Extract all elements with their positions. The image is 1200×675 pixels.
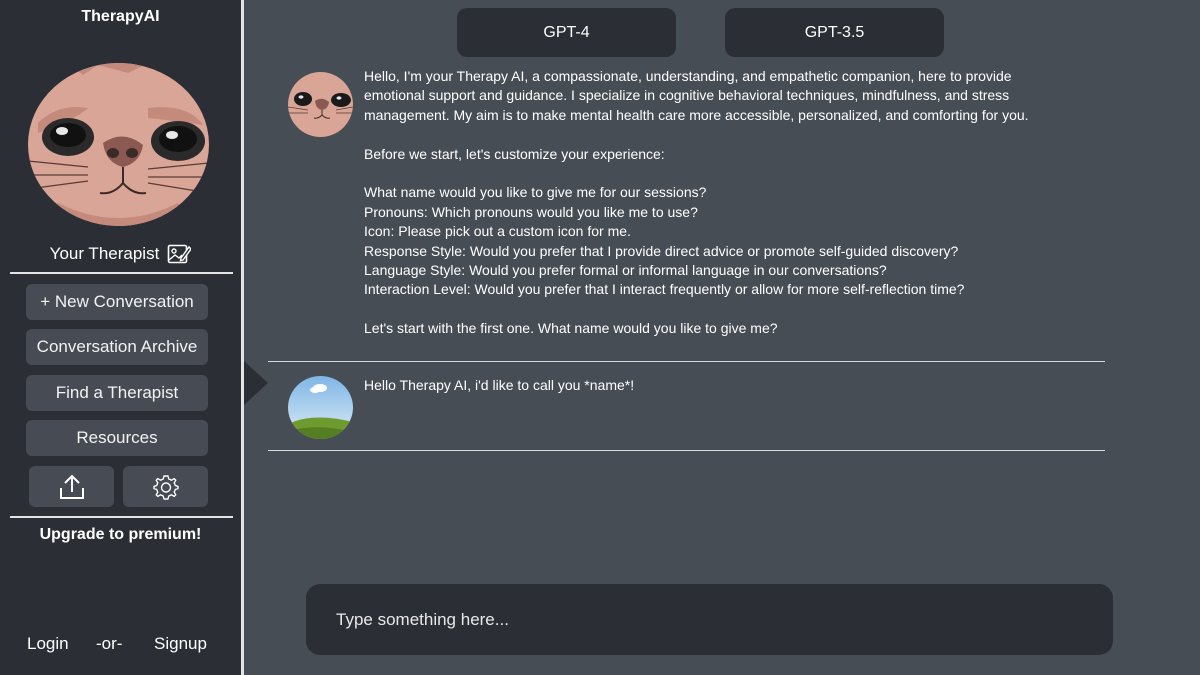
gear-icon bbox=[152, 474, 179, 500]
edit-image-icon[interactable] bbox=[167, 242, 192, 266]
model-tab-gpt4[interactable]: GPT-4 bbox=[457, 8, 676, 57]
find-therapist-button[interactable]: Find a Therapist bbox=[26, 375, 208, 411]
signup-link[interactable]: Signup bbox=[154, 634, 207, 654]
settings-button[interactable] bbox=[123, 466, 208, 507]
cat-avatar-icon bbox=[288, 72, 353, 137]
message-divider bbox=[268, 361, 1105, 362]
active-pointer-arrow bbox=[244, 361, 268, 405]
landscape-avatar-icon bbox=[288, 376, 353, 439]
auth-separator: -or- bbox=[96, 634, 123, 653]
model-tab-gpt35[interactable]: GPT-3.5 bbox=[725, 8, 944, 57]
login-link[interactable]: Login bbox=[27, 634, 69, 654]
app-title: TherapyAI bbox=[81, 8, 160, 25]
upgrade-link[interactable]: Upgrade to premium! bbox=[0, 526, 241, 544]
chat-input[interactable] bbox=[306, 584, 1113, 655]
new-conversation-button[interactable]: + New Conversation bbox=[26, 284, 208, 320]
assistant-message-text: Hello, I'm your Therapy AI, a compassion… bbox=[364, 68, 1029, 337]
sidebar-divider-bottom bbox=[10, 516, 233, 518]
therapist-avatar[interactable] bbox=[28, 63, 209, 226]
message-divider bbox=[268, 450, 1105, 451]
upload-icon bbox=[59, 474, 84, 499]
therapist-label: Your Therapist bbox=[49, 244, 160, 263]
conversation-archive-button[interactable]: Conversation Archive bbox=[26, 329, 208, 365]
user-message-text: Hello Therapy AI, i'd like to call you *… bbox=[364, 377, 635, 393]
sidebar-divider-top bbox=[10, 272, 233, 274]
export-button[interactable] bbox=[29, 466, 114, 507]
resources-button[interactable]: Resources bbox=[26, 420, 208, 456]
assistant-avatar bbox=[288, 72, 353, 137]
sidebar-border bbox=[241, 0, 244, 675]
therapist-label-row: Your Therapist bbox=[0, 242, 241, 266]
cat-avatar-icon bbox=[28, 63, 209, 226]
sidebar: TherapyAI Your Therapist + New Conversat… bbox=[0, 0, 241, 675]
user-avatar bbox=[288, 376, 353, 439]
